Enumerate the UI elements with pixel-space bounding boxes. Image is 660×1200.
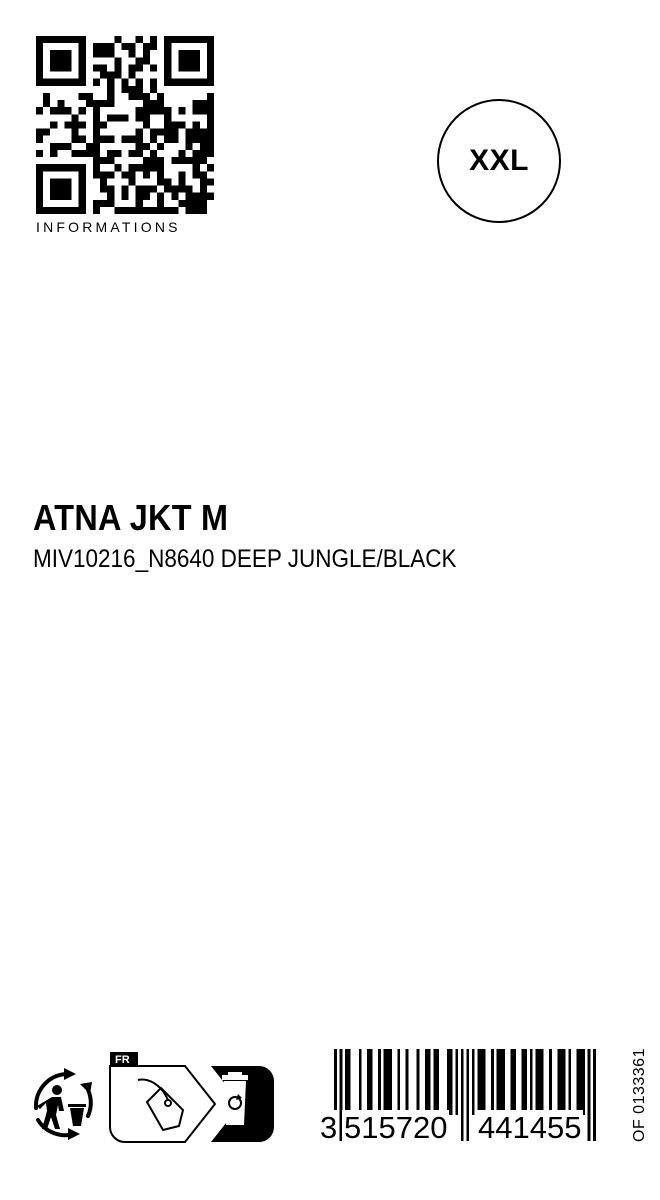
barcode-bar — [557, 1049, 561, 1115]
barcode-bar — [579, 1049, 583, 1115]
barcode-bar — [491, 1049, 494, 1115]
barcode-bar — [397, 1049, 401, 1115]
barcode-bar — [529, 1049, 533, 1115]
barcode-bar — [471, 1049, 475, 1115]
barcode-bar — [447, 1049, 450, 1115]
barcode-bar — [480, 1049, 483, 1115]
barcode-bar — [369, 1049, 373, 1115]
barcode-bar — [455, 1049, 459, 1115]
barcode-bar — [367, 1049, 370, 1115]
barcode-right-group: 441455 — [476, 1110, 584, 1146]
label-code: OF 0133361 — [631, 1048, 648, 1142]
barcode-bar — [433, 1049, 437, 1115]
barcode-bar — [521, 1049, 525, 1115]
barcode-bar — [378, 1049, 381, 1115]
product-reference: MIV10216_N8640 DEEP JUNGLE/BLACK — [33, 545, 457, 573]
barcode-bar — [499, 1049, 503, 1115]
barcode-bar — [502, 1049, 505, 1115]
barcode-bar — [345, 1049, 348, 1115]
barcode-bar — [482, 1049, 486, 1115]
barcode-left-group: 515720 — [342, 1110, 450, 1146]
triman-recycling-icon — [33, 1068, 93, 1140]
country-code: FR — [115, 1054, 130, 1066]
barcode-bar — [449, 1049, 453, 1115]
barcode-digits: 3 515720 441455 — [320, 1110, 604, 1146]
barcode-bar — [389, 1049, 392, 1115]
barcode-bar — [513, 1049, 517, 1115]
qr-code[interactable] — [36, 36, 214, 214]
barcode-bar — [405, 1049, 409, 1115]
size-badge: XXL — [437, 99, 561, 223]
barcode-bar — [416, 1049, 420, 1115]
size-value: XXL — [469, 144, 529, 177]
barcode-bar — [582, 1049, 585, 1115]
product-name: ATNA JKT M — [33, 497, 229, 538]
barcode-bar — [436, 1049, 439, 1115]
barcode-bar — [383, 1049, 387, 1115]
barcode-bar — [538, 1049, 541, 1115]
barcode-bar — [386, 1049, 390, 1115]
barcode-bar — [524, 1049, 528, 1115]
product-label: { "qr": { "caption": "INFORMATIONS" }, "… — [0, 0, 660, 1200]
barcode-bar — [576, 1049, 580, 1115]
barcode-bar — [540, 1049, 544, 1115]
barcode-bar — [568, 1049, 572, 1115]
barcode-bar — [549, 1049, 552, 1115]
barcode-bar — [358, 1049, 362, 1115]
barcode-bar — [427, 1049, 431, 1115]
barcode-bar — [560, 1049, 563, 1115]
qr-caption: INFORMATIONS — [36, 219, 181, 235]
barcode-bar — [425, 1049, 428, 1115]
barcode-first-digit: 3 — [320, 1110, 340, 1146]
barcode-bar — [535, 1049, 539, 1115]
barcode-bar — [347, 1049, 351, 1115]
barcode-bar — [477, 1049, 481, 1115]
barcode-bar — [510, 1049, 514, 1115]
barcode-bar — [496, 1049, 500, 1115]
sorting-info-block: FR — [109, 1052, 274, 1143]
recycling-bin-icon — [222, 1072, 248, 1125]
barcode-bar — [562, 1049, 566, 1115]
